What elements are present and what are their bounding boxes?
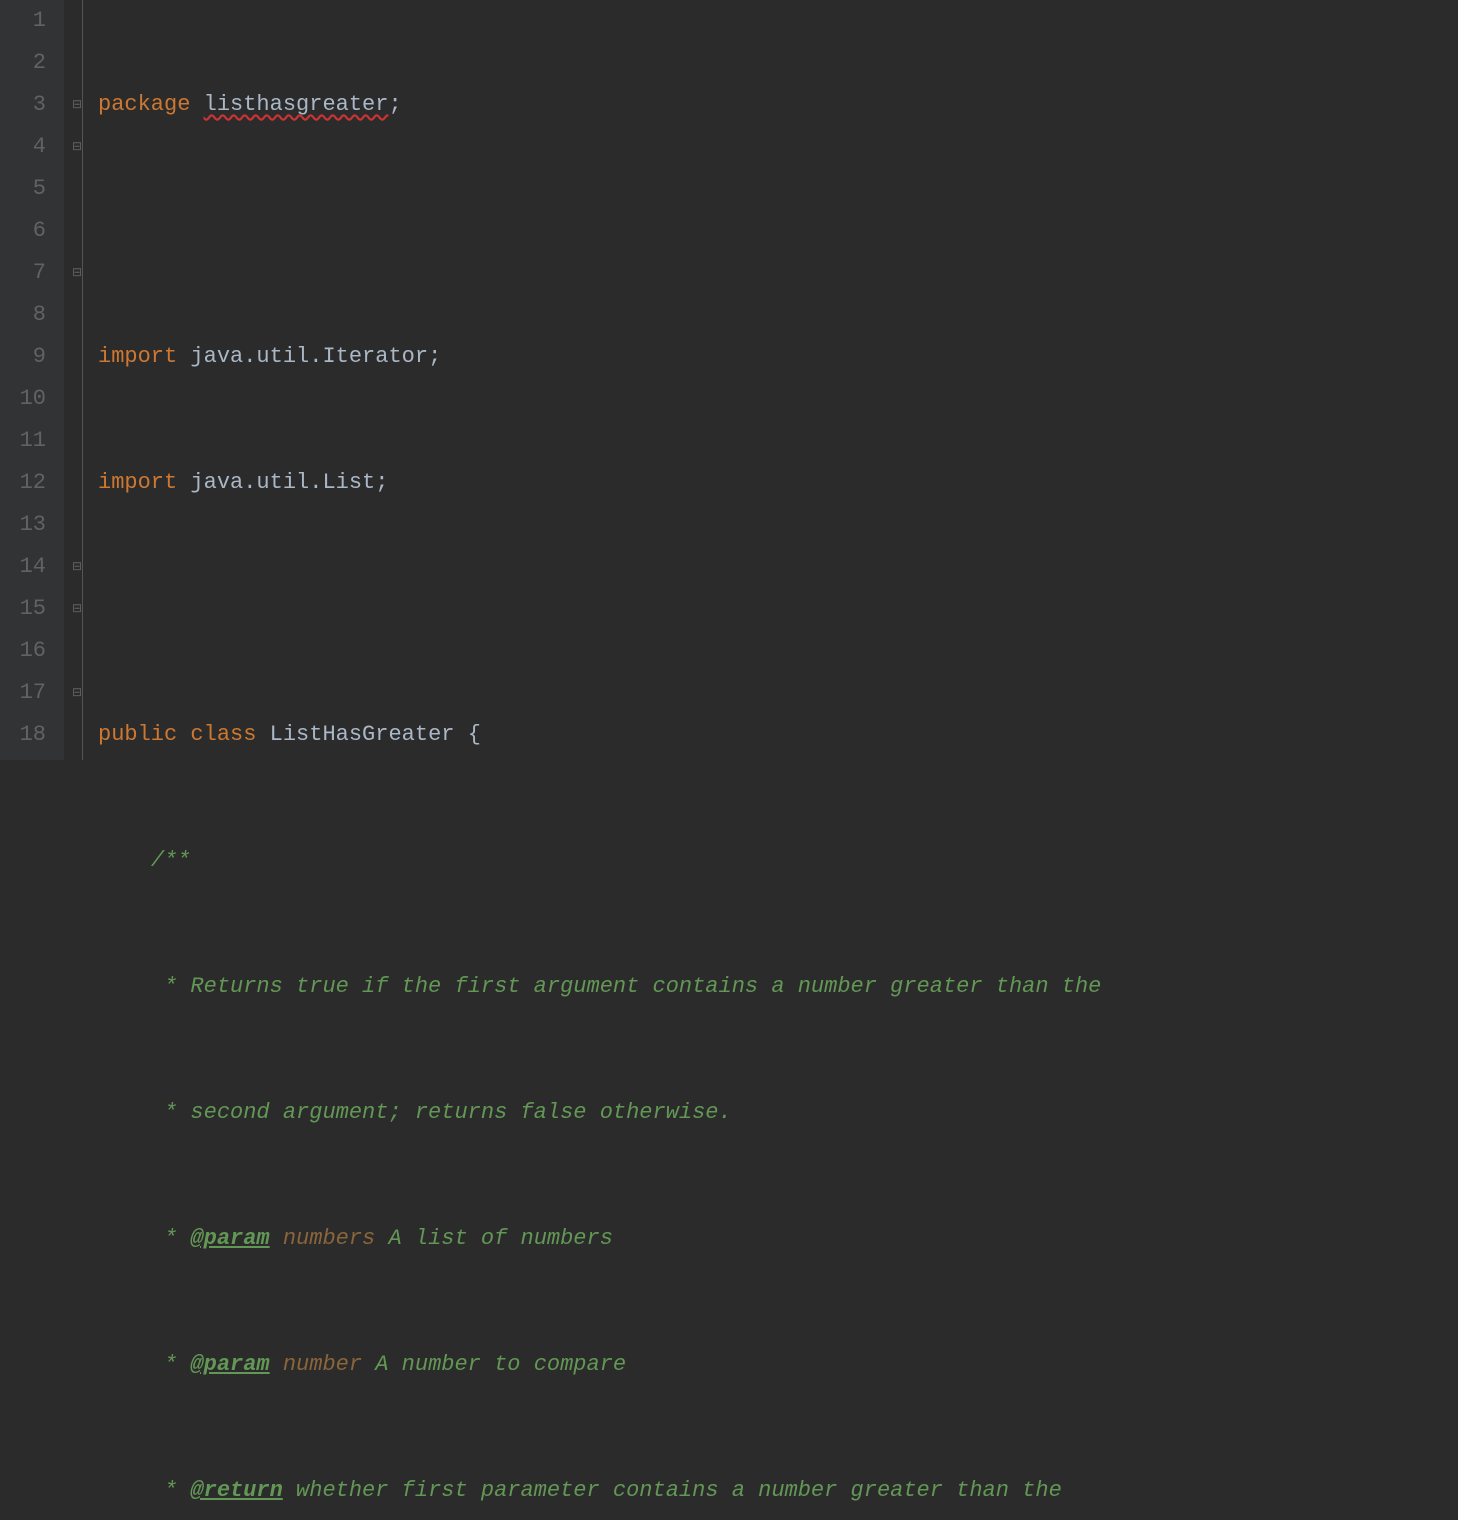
javadoc-star: * (151, 1226, 191, 1251)
keyword-import: import (98, 470, 177, 495)
fold-toggle-icon[interactable]: ⊟ (70, 140, 84, 154)
keyword-public: public (98, 722, 177, 747)
code-line[interactable] (94, 210, 1458, 252)
keyword-class: class (190, 722, 256, 747)
line-number-gutter: 1 2 3 4 5 6 7 8 9 10 11 12 13 14 15 16 1… (0, 0, 64, 760)
javadoc-tag-param: @param (190, 1226, 269, 1251)
javadoc-tag-return: @return (190, 1478, 282, 1503)
code-editor[interactable]: 1 2 3 4 5 6 7 8 9 10 11 12 13 14 15 16 1… (0, 0, 1458, 760)
line-number[interactable]: 15 (0, 588, 46, 630)
line-number[interactable]: 3 (0, 84, 46, 126)
fold-toggle-icon[interactable]: ⊟ (70, 686, 84, 700)
line-number[interactable]: 12 (0, 462, 46, 504)
line-number[interactable]: 9 (0, 336, 46, 378)
javadoc-tag-param: @param (190, 1352, 269, 1377)
semicolon: ; (428, 344, 441, 369)
fold-toggle-icon[interactable]: ⊟ (70, 98, 84, 112)
fold-column: ⊟ ⊟ ⊟ ⊟ ⊟ ⊟ (64, 0, 94, 760)
javadoc-param-name: number (283, 1352, 362, 1377)
code-content[interactable]: package listhasgreater; import java.util… (94, 0, 1458, 760)
line-number[interactable]: 5 (0, 168, 46, 210)
line-number[interactable]: 10 (0, 378, 46, 420)
package-name: listhasgreater (204, 92, 389, 117)
line-number[interactable]: 8 (0, 294, 46, 336)
line-number[interactable]: 18 (0, 714, 46, 756)
keyword-package: package (98, 92, 190, 117)
fold-toggle-icon[interactable]: ⊟ (70, 602, 84, 616)
open-brace: { (468, 722, 481, 747)
code-line[interactable]: public class ListHasGreater { (94, 714, 1458, 756)
import-path: java.util.Iterator (190, 344, 428, 369)
code-line[interactable]: * @return whether first parameter contai… (94, 1470, 1458, 1512)
line-number[interactable]: 13 (0, 504, 46, 546)
line-number[interactable]: 6 (0, 210, 46, 252)
import-path: java.util.List (190, 470, 375, 495)
line-number[interactable]: 11 (0, 420, 46, 462)
code-line[interactable]: import java.util.List; (94, 462, 1458, 504)
javadoc-param-name: numbers (283, 1226, 375, 1251)
javadoc-star: * (151, 1352, 191, 1377)
javadoc-text: Returns true if the first argument conta… (190, 974, 1101, 999)
javadoc-star: * (151, 1100, 191, 1125)
code-line[interactable]: * @param number A number to compare (94, 1344, 1458, 1386)
code-line[interactable]: * @param numbers A list of numbers (94, 1218, 1458, 1260)
keyword-import: import (98, 344, 177, 369)
line-number[interactable]: 2 (0, 42, 46, 84)
fold-toggle-icon[interactable]: ⊟ (70, 560, 84, 574)
line-number[interactable]: 14 (0, 546, 46, 588)
javadoc-text: second argument; returns false otherwise… (190, 1100, 731, 1125)
line-number[interactable]: 4 (0, 126, 46, 168)
javadoc-desc: A list of numbers (388, 1226, 612, 1251)
semicolon: ; (375, 470, 388, 495)
code-line[interactable]: import java.util.Iterator; (94, 336, 1458, 378)
javadoc-desc: whether first parameter contains a numbe… (296, 1478, 1062, 1503)
code-line[interactable]: * second argument; returns false otherwi… (94, 1092, 1458, 1134)
semicolon: ; (388, 92, 401, 117)
fold-toggle-icon[interactable]: ⊟ (70, 266, 84, 280)
code-line[interactable] (94, 588, 1458, 630)
line-number[interactable]: 1 (0, 0, 46, 42)
code-line[interactable]: * Returns true if the first argument con… (94, 966, 1458, 1008)
javadoc-star: * (151, 1478, 191, 1503)
code-line[interactable]: package listhasgreater; (94, 84, 1458, 126)
line-number[interactable]: 16 (0, 630, 46, 672)
javadoc-open: /** (151, 848, 191, 873)
line-number[interactable]: 7 (0, 252, 46, 294)
class-name: ListHasGreater (270, 722, 455, 747)
javadoc-star: * (151, 974, 191, 999)
line-number[interactable]: 17 (0, 672, 46, 714)
gutter-separator (82, 0, 83, 760)
code-line[interactable]: /** (94, 840, 1458, 882)
javadoc-desc: A number to compare (375, 1352, 626, 1377)
